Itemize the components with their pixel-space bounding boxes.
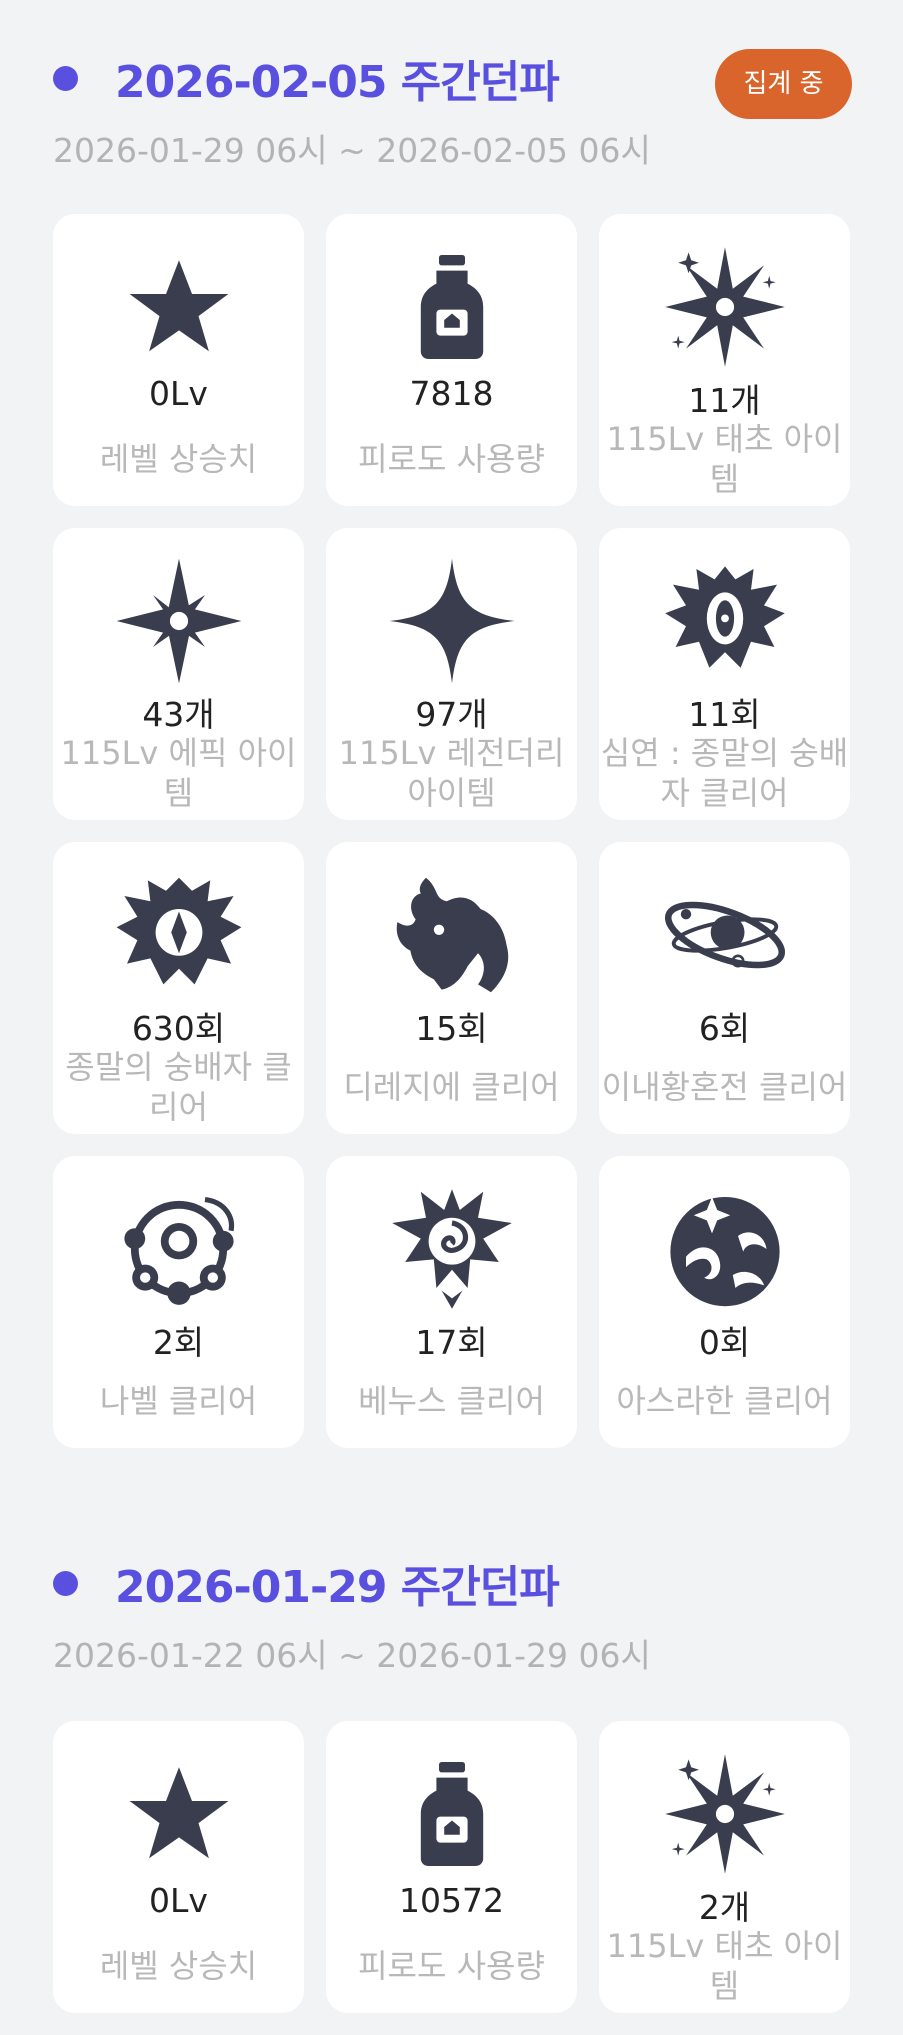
stat-value: 0회 — [698, 1323, 751, 1362]
stat-card: 2개 115Lv 태초 아이템 — [599, 1721, 850, 2013]
week-range: 2026-01-29 06시 ~ 2026-02-05 06시 — [53, 131, 651, 170]
potion-bottle-icon — [387, 242, 517, 372]
stat-label: 심연 : 종말의 숭배자 클리어 — [600, 734, 849, 812]
stat-card: 11회 심연 : 종말의 숭배자 클리어 — [599, 528, 850, 820]
stat-card: 0Lv 레벨 상승치 — [53, 1721, 304, 2013]
stat-value: 11회 — [688, 695, 761, 734]
wave-circle-icon — [660, 1184, 790, 1314]
stats-grid: 0Lv 레벨 상승치 10572 피로도 사용량 2개 115Lv 태초 아이템 — [53, 1721, 850, 2013]
stat-card: 630회 종말의 숭배자 클리어 — [53, 842, 304, 1134]
stat-value: 11개 — [688, 381, 761, 420]
stat-value: 97개 — [415, 695, 488, 734]
stat-card: 97개 115Lv 레전더리 아이템 — [326, 528, 577, 820]
orbit-planet-icon — [660, 870, 790, 1000]
bullet-dot — [53, 66, 78, 91]
cult-crest-icon — [114, 870, 244, 1000]
stat-label: 115Lv 레전더리 아이템 — [338, 734, 565, 812]
bullet-dot — [53, 1571, 78, 1596]
stat-card: 10572 피로도 사용량 — [326, 1721, 577, 2013]
gear-orbs-icon — [114, 1184, 244, 1314]
week-header: 2026-01-29 주간던파 2026-01-22 06시 ~ 2026-01… — [0, 1505, 903, 1675]
stat-card: 2회나벨 클리어 — [53, 1156, 304, 1448]
star-icon — [114, 242, 244, 372]
stat-value: 2개 — [698, 1888, 751, 1927]
stat-card: 0Lv 레벨 상승치 — [53, 214, 304, 506]
stat-label: 레벨 상승치 — [99, 440, 258, 478]
stat-label: 종말의 숭배자 클리어 — [65, 1048, 292, 1126]
stat-label: 115Lv 에픽 아이템 — [60, 734, 297, 812]
stat-value: 0Lv — [149, 1881, 208, 1920]
week-header: 2026-02-05 주간던파 집계 중 2026-01-29 06시 ~ 20… — [0, 0, 903, 170]
stat-value: 10572 — [399, 1881, 504, 1920]
stat-label: 115Lv 태초 아이템 — [606, 1927, 843, 2005]
taecho-burst-icon — [660, 242, 790, 372]
stat-value: 43개 — [142, 695, 215, 734]
stat-label: 디레지에 클리어 — [343, 1068, 560, 1106]
stat-value: 630회 — [131, 1009, 226, 1048]
stat-card: 6회이내황혼전 클리어 — [599, 842, 850, 1134]
stat-label: 아스라한 클리어 — [616, 1382, 833, 1420]
week-section: 2026-02-05 주간던파 집계 중 2026-01-29 06시 ~ 20… — [0, 0, 903, 1448]
stats-grid: 0Lv 레벨 상승치 7818 피로도 사용량 11개 115Lv 태초 아이템 43개 11… — [53, 214, 850, 1448]
taecho-burst-icon — [660, 1749, 790, 1879]
stat-card: 0회아스라한 클리어 — [599, 1156, 850, 1448]
stat-card: 7818 피로도 사용량 — [326, 214, 577, 506]
dragon-head-icon — [387, 870, 517, 1000]
stat-label: 피로도 사용량 — [358, 440, 545, 478]
epic-star-icon — [114, 556, 244, 686]
star-icon — [114, 1749, 244, 1879]
week-section: 2026-01-29 주간던파 2026-01-22 06시 ~ 2026-01… — [0, 1505, 903, 2013]
stat-value: 7818 — [409, 374, 494, 413]
stat-value: 15회 — [415, 1009, 488, 1048]
stat-card: 15회디레지에 클리어 — [326, 842, 577, 1134]
week-title: 2026-02-05 주간던파 — [115, 57, 560, 108]
stat-card: 11개 115Lv 태초 아이템 — [599, 214, 850, 506]
stat-card: 43개 115Lv 에픽 아이템 — [53, 528, 304, 820]
stat-label: 베누스 클리어 — [358, 1382, 545, 1420]
abyss-crest-icon — [660, 556, 790, 686]
potion-bottle-icon — [387, 1749, 517, 1879]
stat-label: 115Lv 태초 아이템 — [606, 420, 843, 498]
stat-value: 0Lv — [149, 374, 208, 413]
stat-value: 2회 — [152, 1323, 205, 1362]
stat-label: 나벨 클리어 — [99, 1382, 258, 1420]
stat-label: 이내황혼전 클리어 — [601, 1068, 848, 1106]
rose-emblem-icon — [387, 1184, 517, 1314]
stat-value: 17회 — [415, 1323, 488, 1362]
week-title: 2026-01-29 주간던파 — [115, 1562, 560, 1613]
status-badge: 집계 중 — [715, 49, 852, 119]
stat-value: 6회 — [698, 1009, 751, 1048]
stat-label: 레벨 상승치 — [99, 1947, 258, 1985]
stat-card: 17회베누스 클리어 — [326, 1156, 577, 1448]
legendary-sparkle-icon — [387, 556, 517, 686]
stat-label: 피로도 사용량 — [358, 1947, 545, 1985]
week-range: 2026-01-22 06시 ~ 2026-01-29 06시 — [53, 1636, 651, 1675]
